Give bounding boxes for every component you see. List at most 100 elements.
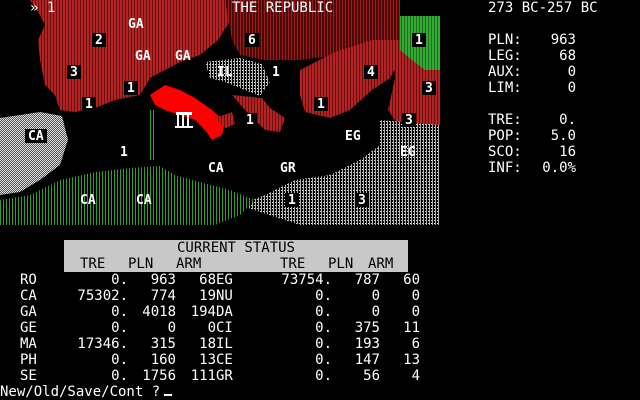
region-balkans <box>232 95 285 132</box>
table-row: CA 75302. 774 19 NU 0. 0 0 <box>20 288 420 304</box>
stat-row <box>488 96 588 112</box>
table-cell: 787 <box>354 272 380 288</box>
col-tre-2: TRE <box>280 256 306 272</box>
stat-value: 0.0% <box>542 160 576 176</box>
table-cell: 11 <box>403 320 420 336</box>
table-cell: 315 <box>150 336 176 352</box>
status-header: CURRENT STATUS TRE PLN ARM TRE PLN ARM <box>64 240 408 272</box>
table-cell: 73754. <box>281 272 332 288</box>
table-cell: 0 <box>167 320 176 336</box>
map-label[interactable]: IL <box>217 65 233 80</box>
stat-row: TRE: 0. <box>488 112 588 128</box>
map-label[interactable]: GA <box>128 17 144 32</box>
map-label[interactable]: CA <box>80 193 96 208</box>
map-label[interactable]: 1 <box>415 33 423 48</box>
table-cell: 19 <box>199 288 216 304</box>
table-cell: 0 <box>371 288 380 304</box>
table-cell: 60 <box>403 272 420 288</box>
table-row: SE 0. 1756 111 GR 0. 56 4 <box>20 368 420 384</box>
stat-value: 963 <box>550 32 576 48</box>
col-pln-2: PLN <box>328 256 354 272</box>
table-cell: 193 <box>354 336 380 352</box>
map-label[interactable]: 1 <box>246 113 254 128</box>
table-row: GE 0. 0 0 CI 0. 375 11 <box>20 320 420 336</box>
table-cell: 75302. <box>77 288 128 304</box>
table-cell: 13 <box>199 352 216 368</box>
table-cell: 147 <box>354 352 380 368</box>
stat-label: PLN: <box>488 32 522 48</box>
table-cell: 13 <box>403 352 420 368</box>
stat-row: INF: 0.0% <box>488 160 588 176</box>
map-label[interactable]: EG <box>345 129 361 144</box>
table-cell: 1756 <box>142 368 176 384</box>
table-cell: 4018 <box>142 304 176 320</box>
table-cell: 0. <box>315 304 332 320</box>
map-label[interactable]: CA <box>208 161 224 176</box>
stat-row: LIM: 0 <box>488 80 588 96</box>
table-cell: 0 <box>371 304 380 320</box>
map-label[interactable]: GA <box>135 49 151 64</box>
map-label[interactable]: CA <box>28 129 44 144</box>
table-cell: 0. <box>315 320 332 336</box>
stat-label: LIM: <box>488 80 522 96</box>
text-cursor <box>164 384 173 396</box>
col-pln-1: PLN <box>128 256 154 272</box>
region-egypt <box>240 120 440 225</box>
stat-row: POP: 5.0 <box>488 128 588 144</box>
map-label[interactable]: EG <box>400 145 416 160</box>
stat-row: LEG: 68 <box>488 48 588 64</box>
table-row: RO 0. 963 68 EG 73754. 787 60 <box>20 272 420 288</box>
table-cell: 4 <box>411 368 420 384</box>
table-cell: MA <box>20 336 37 352</box>
table-row: PH 0. 160 13 CE 0. 147 13 <box>20 352 420 368</box>
stat-value: 68 <box>559 48 576 64</box>
stat-row: PLN: 963 <box>488 32 588 48</box>
table-cell: 68 <box>199 272 216 288</box>
table-cell: 18 <box>199 336 216 352</box>
stat-value: 0 <box>567 64 576 80</box>
stat-label: LEG: <box>488 48 522 64</box>
map-label[interactable]: 3 <box>358 193 366 208</box>
table-cell: 0 <box>411 288 420 304</box>
col-arm-1: ARM <box>176 256 202 272</box>
table-cell: IL <box>216 336 233 352</box>
map-label[interactable]: 3 <box>425 81 433 96</box>
map-label[interactable]: GR <box>280 161 296 176</box>
rome-temple-icon <box>175 112 193 128</box>
table-row: MA 17346. 315 18 IL 0. 193 6 <box>20 336 420 352</box>
map-title: THE REPUBLIC <box>232 0 334 16</box>
stat-label: POP: <box>488 128 522 144</box>
map-label[interactable]: 6 <box>248 33 256 48</box>
stat-label: AUX: <box>488 64 522 80</box>
status-title: CURRENT STATUS <box>176 240 295 256</box>
table-cell: 56 <box>363 368 380 384</box>
region-green-strip <box>150 110 156 160</box>
map-label[interactable]: GA <box>175 49 191 64</box>
table-cell: 0 <box>411 304 420 320</box>
stat-value: 0 <box>567 80 576 96</box>
table-cell: 0. <box>315 352 332 368</box>
map-label[interactable]: 1 <box>317 97 325 112</box>
map-label[interactable]: 3 <box>405 113 413 128</box>
table-cell: 111 <box>190 368 216 384</box>
map-label[interactable]: 2 <box>95 33 103 48</box>
map-label[interactable]: 1 <box>120 145 128 160</box>
map-label[interactable]: 1 <box>85 97 93 112</box>
map-label[interactable]: 1 <box>127 81 135 96</box>
table-cell: CA <box>20 288 37 304</box>
table-cell: 160 <box>150 352 176 368</box>
map-label[interactable]: 1 <box>272 65 280 80</box>
table-cell: 0. <box>315 336 332 352</box>
map-label[interactable]: 1 <box>288 193 296 208</box>
table-cell: 0. <box>111 320 128 336</box>
map-label[interactable]: 4 <box>367 65 375 80</box>
map-label[interactable]: CA <box>136 193 152 208</box>
table-cell: 194 <box>190 304 216 320</box>
table-cell: CE <box>216 352 233 368</box>
year-range: 273 BC-257 BC <box>488 0 598 16</box>
command-prompt[interactable]: New/Old/Save/Cont ? <box>0 384 173 400</box>
table-cell: EG <box>216 272 233 288</box>
table-cell: GA <box>20 304 37 320</box>
world-map: GA 2 GA GA 6 1 3 1 IL 1 4 3 1 1 1 CA EG 3 1 CA GR EG CA CA 1 3 <box>0 0 440 225</box>
map-label[interactable]: 3 <box>70 65 78 80</box>
